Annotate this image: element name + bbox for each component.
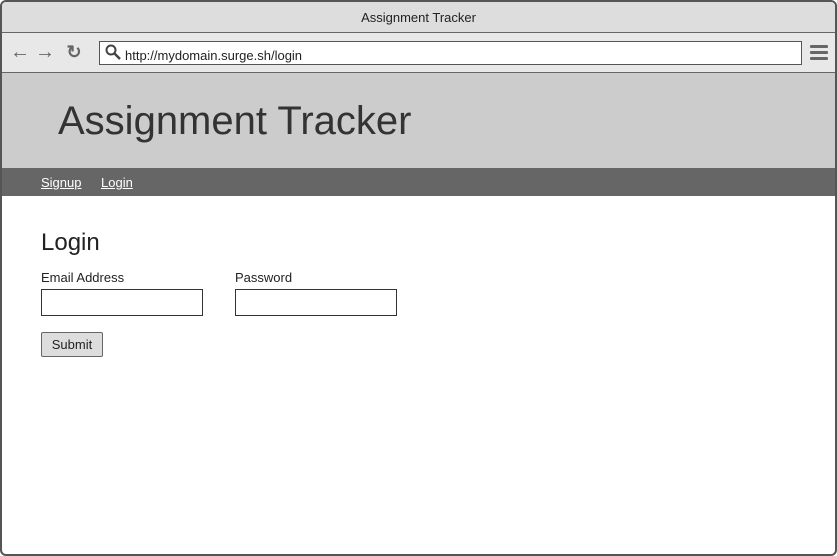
url-text: http://mydomain.surge.sh/login bbox=[125, 48, 303, 63]
password-label: Password bbox=[235, 270, 293, 285]
forward-arrow-icon[interactable]: → bbox=[35, 42, 55, 62]
site-title: Assignment Tracker bbox=[58, 99, 412, 143]
back-arrow-icon[interactable]: ← bbox=[10, 42, 30, 62]
email-field[interactable] bbox=[41, 289, 203, 316]
site-header: Assignment Tracker bbox=[2, 73, 835, 168]
submit-button[interactable]: Submit bbox=[41, 332, 103, 357]
hamburger-menu-icon[interactable] bbox=[810, 45, 828, 61]
email-label: Email Address bbox=[41, 270, 125, 285]
address-bar[interactable]: http://mydomain.surge.sh/login bbox=[99, 41, 802, 65]
browser-window: Assignment Tracker ← → ↻ http://mydomain… bbox=[0, 0, 837, 556]
window-title: Assignment Tracker bbox=[2, 2, 835, 33]
reload-icon[interactable]: ↻ bbox=[64, 42, 84, 62]
nav-bar: Signup Login bbox=[2, 168, 835, 196]
nav-signup-link[interactable]: Signup bbox=[41, 175, 81, 190]
page-title: Login bbox=[41, 229, 100, 256]
search-icon bbox=[105, 44, 121, 60]
nav-login-link[interactable]: Login bbox=[101, 175, 133, 190]
browser-toolbar: ← → ↻ http://mydomain.surge.sh/login bbox=[2, 33, 835, 73]
password-field[interactable] bbox=[235, 289, 397, 316]
